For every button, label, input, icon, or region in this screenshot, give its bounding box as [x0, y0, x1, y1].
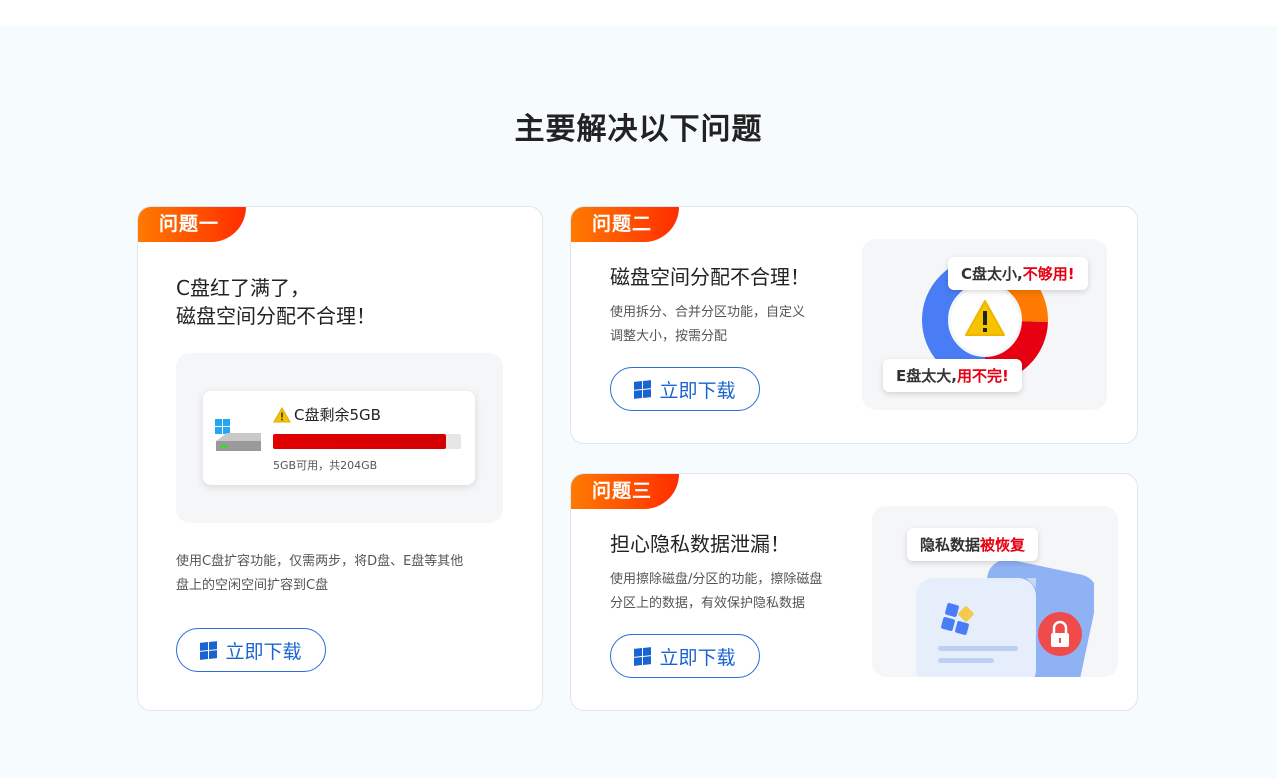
problem-heading-2: 磁盘空间分配不合理！ — [610, 265, 810, 289]
page-title: 主要解决以下问题 — [514, 112, 763, 147]
top-bar — [0, 0, 1277, 26]
locked-document-icon — [916, 559, 1094, 677]
problem-heading-3: 担心隐私数据泄漏！ — [610, 532, 790, 556]
bubble-e-drive: E盘太大,用不完! — [883, 359, 1022, 392]
problem-desc-2: 使用拆分、合并分区功能，自定义 调整大小，按需分配 — [610, 305, 806, 344]
warning-icon — [273, 406, 291, 422]
bubble-c-drive: C盘太小,不够用! — [948, 257, 1088, 290]
windows-icon — [634, 379, 652, 399]
bubble-privacy: 隐私数据被恢复 — [907, 528, 1039, 561]
disk-illustration: C盘剩余5GB 5GB可用，共204GB — [176, 353, 503, 523]
disk-usage-fill — [273, 434, 446, 449]
problem-badge-2: 问题二 — [571, 207, 679, 242]
problem-card-1: 问题一 C盘红了满了， 磁盘空间分配不合理！ C盘剩余5GB 5GB可用，共20… — [137, 206, 543, 711]
partition-illustration: C盘太小,不够用! E盘太大,用不完! — [862, 239, 1107, 410]
privacy-illustration: 隐私数据被恢复 — [872, 506, 1118, 677]
hard-drive-icon — [215, 419, 261, 451]
problem-badge-1: 问题一 — [138, 207, 246, 242]
problem-badge-3: 问题三 — [571, 474, 679, 509]
download-button-3[interactable]: 立即下载 — [610, 634, 760, 678]
disk-info: 5GB可用，共204GB — [273, 459, 378, 472]
problem-heading-1: C盘红了满了， 磁盘空间分配不合理！ — [176, 276, 376, 328]
download-button-2[interactable]: 立即下载 — [610, 367, 760, 411]
problem-desc-1: 使用C盘扩容功能，仅需两步，将D盘、E盘等其他 盘上的空闲空间扩容到C盘 — [176, 554, 464, 593]
windows-icon — [200, 640, 218, 660]
disk-usage-bar — [273, 434, 461, 449]
disk-label: C盘剩余5GB — [273, 404, 381, 425]
windows-icon — [634, 646, 652, 666]
problem-desc-3: 使用擦除磁盘/分区的功能，擦除磁盘 分区上的数据，有效保护隐私数据 — [610, 572, 823, 611]
problem-card-3: 问题三 担心隐私数据泄漏！ 使用擦除磁盘/分区的功能，擦除磁盘 分区上的数据，有… — [570, 473, 1138, 711]
disk-status-card: C盘剩余5GB 5GB可用，共204GB — [203, 391, 475, 485]
download-button-1[interactable]: 立即下载 — [176, 628, 326, 672]
problem-card-2: 问题二 磁盘空间分配不合理！ 使用拆分、合并分区功能，自定义 调整大小，按需分配… — [570, 206, 1138, 444]
